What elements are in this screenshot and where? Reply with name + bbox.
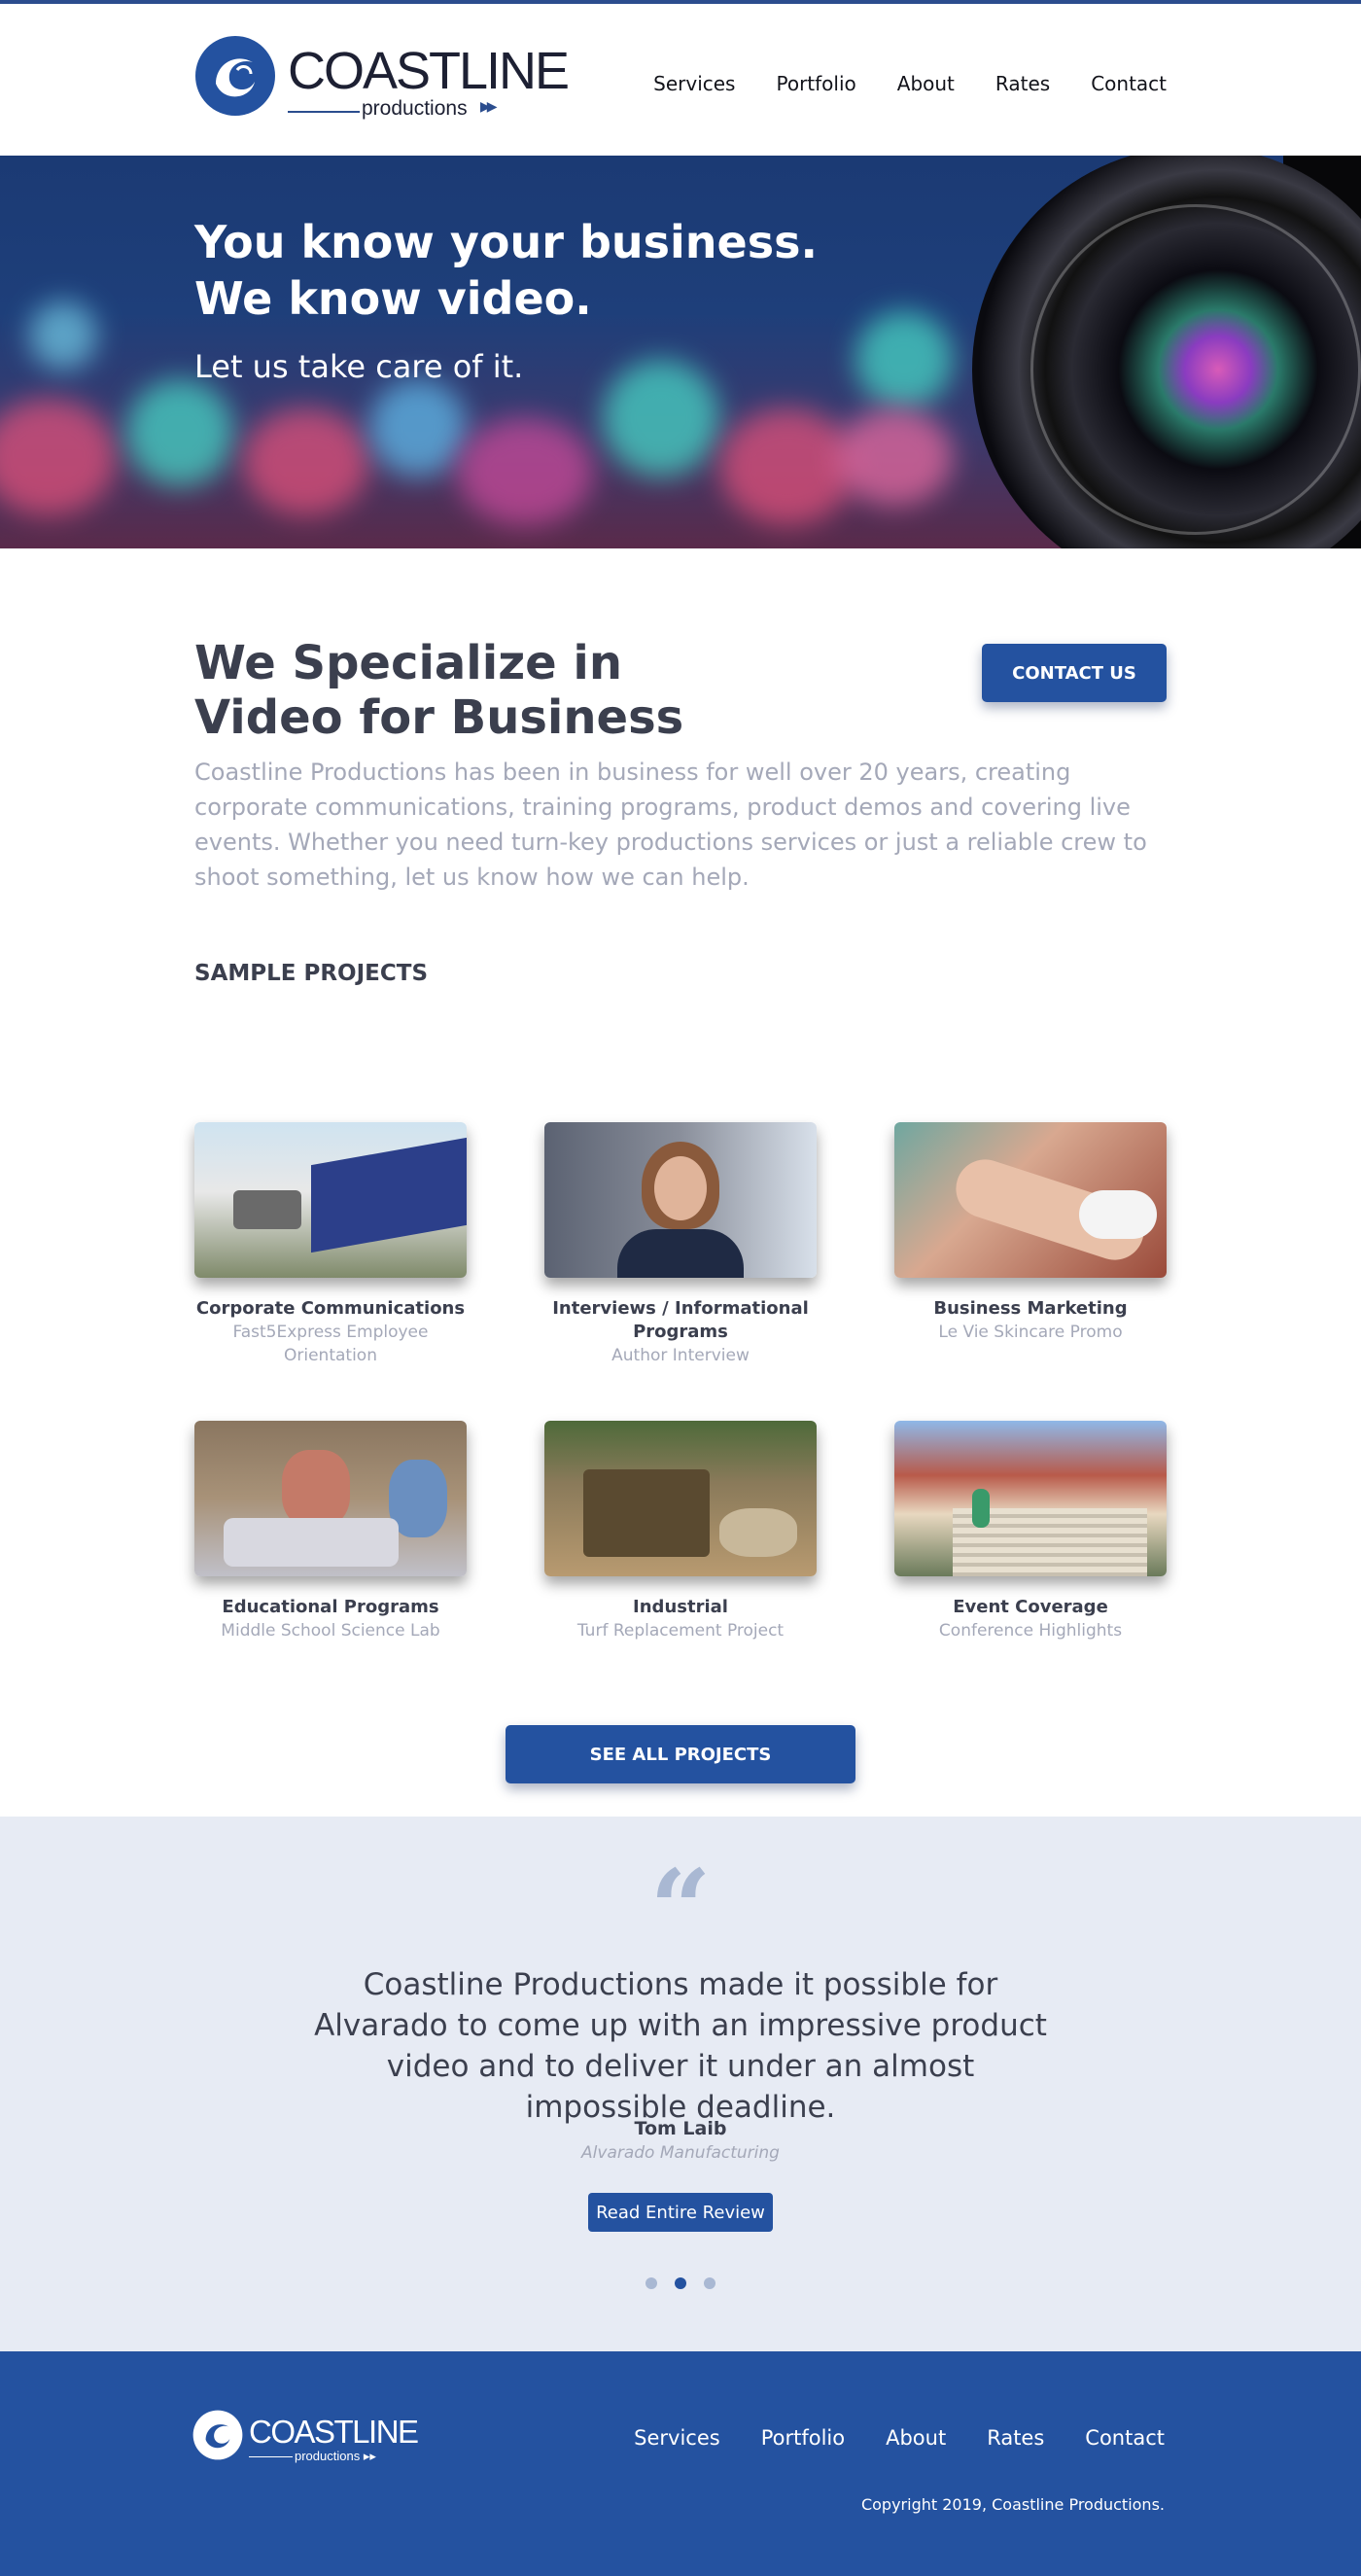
- see-all-projects-button[interactable]: SEE ALL PROJECTS: [506, 1725, 855, 1783]
- nav-about[interactable]: About: [897, 72, 955, 95]
- project-title: Educational Programs: [222, 1597, 439, 1617]
- contact-us-button[interactable]: CONTACT US: [982, 644, 1167, 702]
- intro-paragraph: Coastline Productions has been in busine…: [194, 759, 1147, 891]
- bokeh-light: [126, 379, 233, 486]
- specialize-section: We Specialize in Video for Business CONT…: [0, 548, 1361, 1122]
- person-walking: [972, 1489, 990, 1528]
- footer-logo-wordmark: COASTLINE: [249, 2414, 419, 2450]
- project-title: Business Marketing: [933, 1298, 1128, 1319]
- project-desc: Conference Highlights: [938, 1621, 1123, 1641]
- nav-services[interactable]: Services: [653, 72, 735, 95]
- footer-logo-underline: [249, 2456, 293, 2457]
- project-thumbnail[interactable]: [194, 1421, 467, 1576]
- carousel-dot-active[interactable]: [675, 2277, 686, 2289]
- project-title: Corporate Communications: [195, 1298, 466, 1319]
- project-desc: Fast5Express Employee Orientation: [232, 1323, 429, 1365]
- wave-logo-icon: [192, 2410, 243, 2460]
- footer-logo[interactable]: COASTLINE productions ▸▸: [192, 2410, 419, 2468]
- project-thumbnail[interactable]: [894, 1421, 1167, 1576]
- foil-project: [224, 1518, 399, 1567]
- tractor-image: [583, 1469, 710, 1557]
- footer-nav-about[interactable]: About: [886, 2426, 946, 2450]
- footer-logo-tagline: productions ▸▸: [295, 2449, 376, 2463]
- bokeh-light: [0, 399, 117, 515]
- site-header: COASTLINE productions ▶▶ Services Portfo…: [0, 4, 1361, 156]
- camera-lens-image: [972, 156, 1361, 548]
- site-logo[interactable]: COASTLINE productions ▶▶: [194, 35, 570, 123]
- play-arrows-icon: ▶▶: [480, 99, 497, 115]
- footer-nav: Services Portfolio About Rates Contact: [634, 2426, 1165, 2450]
- project-thumbnail[interactable]: [544, 1122, 817, 1278]
- sample-projects-heading: SAMPLE PROJECTS: [194, 961, 429, 986]
- hero-subheadline: Let us take care of it.: [194, 348, 524, 385]
- logo-tagline: productions: [362, 97, 468, 120]
- hero-banner: You know your business. We know video. L…: [0, 156, 1361, 548]
- nav-rates[interactable]: Rates: [995, 72, 1050, 95]
- testimonial-quote: Coastline Productions made it possible f…: [314, 1967, 1047, 2125]
- quote-icon: “: [649, 1846, 712, 1971]
- towel-wrap: [1079, 1190, 1157, 1239]
- bokeh-light: [29, 301, 97, 370]
- bokeh-light: [836, 408, 953, 506]
- person-face: [654, 1156, 707, 1220]
- carousel-dot[interactable]: [704, 2277, 715, 2289]
- footer-nav-contact[interactable]: Contact: [1085, 2426, 1165, 2450]
- student-girl: [282, 1450, 350, 1528]
- nav-contact[interactable]: Contact: [1091, 72, 1167, 95]
- bokeh-light: [855, 311, 953, 408]
- section-title-line2: Video for Business: [194, 690, 684, 745]
- project-card[interactable]: Interviews / Informational Programs Auth…: [544, 1122, 817, 1367]
- bokeh-light: [243, 408, 369, 515]
- testimonial-author: Tom Laib: [634, 2118, 727, 2139]
- footer-logo-tagline-text: productions: [295, 2449, 361, 2463]
- footer-nav-services[interactable]: Services: [634, 2426, 720, 2450]
- hero-headline-line2: We know video.: [194, 272, 592, 325]
- car-wash-sign: [311, 1137, 467, 1253]
- project-thumbnail[interactable]: [544, 1421, 817, 1576]
- project-card[interactable]: Corporate Communications Fast5Express Em…: [194, 1122, 467, 1367]
- project-thumbnail[interactable]: [894, 1122, 1167, 1278]
- logo-wordmark: COASTLINE: [288, 42, 570, 100]
- project-desc: Turf Replacement Project: [576, 1621, 785, 1641]
- projects-grid: Corporate Communications Fast5Express Em…: [0, 1122, 1361, 1817]
- main-nav: Services Portfolio About Rates Contact: [653, 72, 1167, 95]
- footer-nav-rates[interactable]: Rates: [987, 2426, 1044, 2450]
- hero-headline: You know your business. We know video.: [194, 214, 818, 327]
- logo-underline: [288, 111, 360, 113]
- wave-logo-icon: [195, 36, 275, 116]
- person-shirt: [617, 1229, 744, 1278]
- site-footer: COASTLINE productions ▸▸ Services Portfo…: [0, 2351, 1361, 2576]
- carousel-dots: [0, 2277, 1361, 2289]
- section-title-line1: We Specialize in: [194, 636, 623, 690]
- section-title: We Specialize in Video for Business: [194, 636, 700, 745]
- carousel-dot[interactable]: [646, 2277, 657, 2289]
- project-desc: Le Vie Skincare Promo: [938, 1323, 1123, 1342]
- bokeh-light: [369, 379, 467, 476]
- copyright-text: Copyright 2019, Coastline Productions.: [860, 2495, 1165, 2514]
- rock-image: [719, 1508, 797, 1557]
- nav-portfolio[interactable]: Portfolio: [776, 72, 855, 95]
- footer-nav-portfolio[interactable]: Portfolio: [761, 2426, 845, 2450]
- project-title: Interviews / Informational Programs: [552, 1298, 809, 1342]
- bokeh-light: [603, 360, 719, 476]
- hero-headline-line1: You know your business.: [194, 216, 818, 268]
- project-title: Industrial: [633, 1597, 728, 1617]
- project-desc: Author Interview: [611, 1346, 750, 1365]
- bokeh-light: [457, 418, 593, 525]
- testimonial-section: “ Coastline Productions made it possible…: [0, 1817, 1361, 2351]
- project-thumbnail[interactable]: [194, 1122, 467, 1278]
- project-desc: Middle School Science Lab: [221, 1621, 440, 1641]
- car-image: [233, 1190, 301, 1229]
- project-card[interactable]: Event Coverage Conference Highlights: [894, 1421, 1167, 1642]
- bokeh-light: [719, 408, 855, 525]
- project-card[interactable]: Educational Programs Middle School Scien…: [194, 1421, 467, 1642]
- read-review-button[interactable]: Read Entire Review: [588, 2193, 773, 2232]
- testimonial-company: Alvarado Manufacturing: [581, 2143, 780, 2163]
- project-title: Event Coverage: [953, 1597, 1108, 1617]
- project-card[interactable]: Business Marketing Le Vie Skincare Promo: [894, 1122, 1167, 1344]
- project-card[interactable]: Industrial Turf Replacement Project: [544, 1421, 817, 1642]
